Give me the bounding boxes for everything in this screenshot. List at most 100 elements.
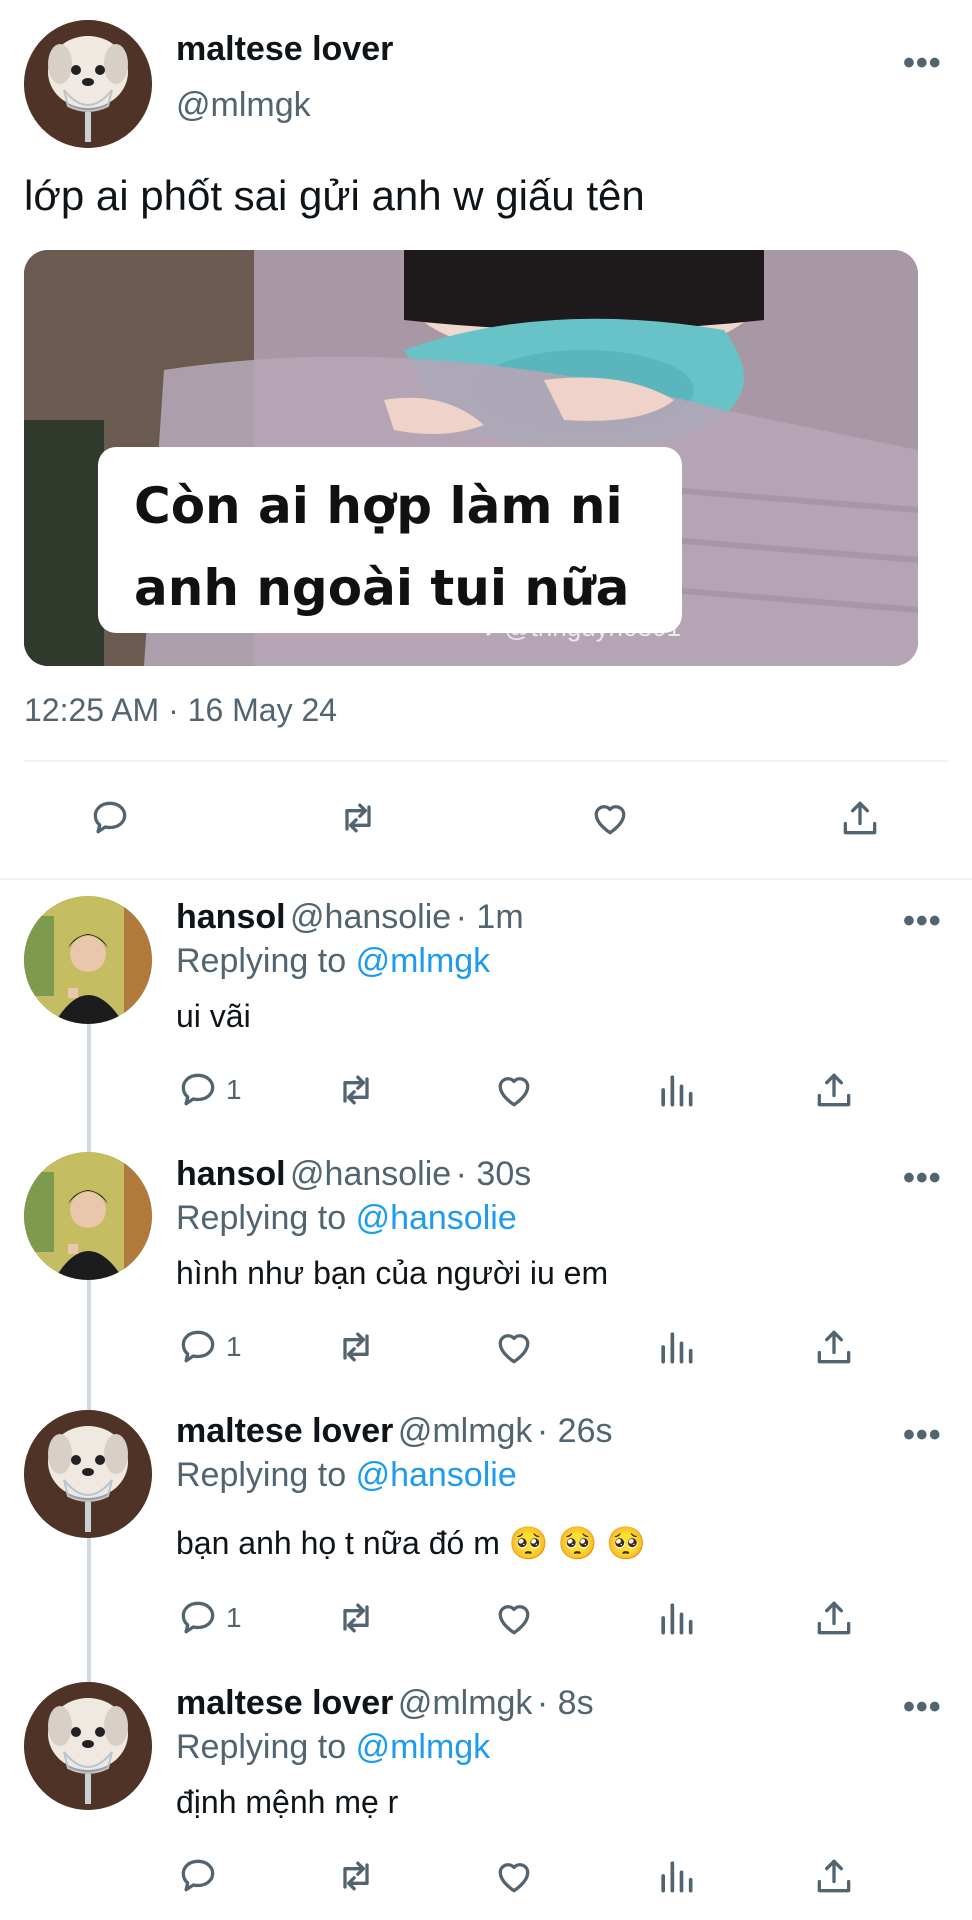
meme-watermark: ♪ @thnguyn0301 — [484, 612, 681, 642]
reply-4-reply-button[interactable] — [176, 1854, 220, 1898]
reply-icon — [176, 1596, 220, 1640]
reply-2-more-icon[interactable]: ••• — [903, 1159, 942, 1198]
main-share-button[interactable] — [838, 796, 882, 840]
reply-1-avatar[interactable] — [24, 896, 152, 1024]
reply-1-replying: Replying to @mlmgk — [176, 942, 490, 981]
reply-2-like-button[interactable] — [492, 1325, 536, 1369]
views-icon — [654, 1854, 698, 1898]
views-icon — [654, 1068, 698, 1112]
reply-1-handle[interactable]: @hansolie — [290, 898, 451, 936]
reply-2-replying-to[interactable]: @hansolie — [356, 1199, 517, 1237]
meme-caption-line1: Còn ai hợp làm ni — [134, 477, 623, 535]
reply-4-replying-prefix: Replying to — [176, 1728, 347, 1766]
reply-4-text: định mệnh mẹ r — [176, 1784, 399, 1820]
reply-2-views-button[interactable] — [654, 1325, 698, 1369]
reply-2-retweet-button[interactable] — [334, 1325, 378, 1369]
main-tweet-divider — [24, 760, 948, 762]
reply-icon — [176, 1854, 220, 1898]
reply-3-replying-prefix: Replying to — [176, 1456, 347, 1494]
reply-1-like-button[interactable] — [492, 1068, 536, 1112]
retweet-icon — [334, 1068, 378, 1112]
reply-icon — [88, 796, 132, 840]
reply-2-reply-count: 1 — [226, 1331, 242, 1362]
reply-3-reply-button[interactable]: 1 — [176, 1596, 242, 1640]
reply-4-share-button[interactable] — [812, 1854, 856, 1898]
reply-1-reply-button[interactable]: 1 — [176, 1068, 242, 1112]
main-like-button[interactable] — [588, 796, 632, 840]
main-tweet-handle[interactable]: @mlmgk — [176, 86, 311, 125]
reply-4-name[interactable]: maltese lover — [176, 1684, 393, 1722]
retweet-icon — [336, 796, 380, 840]
like-icon — [588, 796, 632, 840]
like-icon — [492, 1068, 536, 1112]
reply-2-share-button[interactable] — [812, 1325, 856, 1369]
reply-4-views-button[interactable] — [654, 1854, 698, 1898]
reply-3-avatar[interactable] — [24, 1410, 152, 1538]
reply-3-retweet-button[interactable] — [334, 1596, 378, 1640]
reply-4-avatar[interactable] — [24, 1682, 152, 1810]
reply-4-replying: Replying to @mlmgk — [176, 1728, 490, 1767]
share-icon — [812, 1325, 856, 1369]
reply-1-reply-count: 1 — [226, 1074, 242, 1105]
reply-4-handle[interactable]: @mlmgk — [398, 1684, 533, 1722]
reply-2-time[interactable]: · 30s — [456, 1155, 532, 1193]
share-icon — [838, 796, 882, 840]
retweet-icon — [334, 1325, 378, 1369]
reply-1-more-icon[interactable]: ••• — [903, 902, 942, 941]
meme-caption: Còn ai hợp làm ni anh ngoài tui nữa — [98, 447, 682, 633]
reply-3-like-button[interactable] — [492, 1596, 536, 1640]
reply-3-reply-count: 1 — [226, 1602, 242, 1633]
reply-3-text: bạn anh họ t nữa đó m 🥺 🥺 🥺 — [176, 1525, 647, 1561]
main-tweet-timestamp[interactable]: 12:25 AM · 16 May 24 — [24, 692, 337, 729]
reply-4-time[interactable]: · 8s — [537, 1684, 594, 1722]
main-tweet-name[interactable]: maltese lover — [176, 30, 393, 69]
share-icon — [812, 1854, 856, 1898]
reply-2-replying-prefix: Replying to — [176, 1199, 347, 1237]
reply-2-name[interactable]: hansol — [176, 1155, 286, 1193]
reply-2-avatar[interactable] — [24, 1152, 152, 1280]
main-tweet-text: lớp ai phốt sai gửi anh w giấu tên — [24, 172, 645, 219]
views-icon — [654, 1596, 698, 1640]
reply-2-reply-button[interactable]: 1 — [176, 1325, 242, 1369]
reply-2-handle[interactable]: @hansolie — [290, 1155, 451, 1193]
reply-1-views-button[interactable] — [654, 1068, 698, 1112]
views-icon — [654, 1325, 698, 1369]
reply-3-time[interactable]: · 26s — [537, 1412, 613, 1450]
retweet-icon — [334, 1596, 378, 1640]
reply-4-like-button[interactable] — [492, 1854, 536, 1898]
reply-1-retweet-button[interactable] — [334, 1068, 378, 1112]
reply-3-views-button[interactable] — [654, 1596, 698, 1640]
reply-1-share-button[interactable] — [812, 1068, 856, 1112]
reply-1-name[interactable]: hansol — [176, 898, 286, 936]
reply-3-more-icon[interactable]: ••• — [903, 1416, 942, 1455]
reply-1-replying-to[interactable]: @mlmgk — [356, 942, 491, 980]
share-icon — [812, 1068, 856, 1112]
reply-4-header: maltese lover @mlmgk · 8s — [176, 1684, 594, 1723]
reply-2-header: hansol @hansolie · 30s — [176, 1155, 531, 1194]
main-reply-button[interactable] — [88, 796, 132, 840]
main-tweet-avatar[interactable] — [24, 20, 152, 148]
reply-3-share-button[interactable] — [812, 1596, 856, 1640]
main-tweet-media[interactable]: Còn ai hợp làm ni anh ngoài tui nữa ♪ @t… — [24, 250, 918, 666]
retweet-icon — [334, 1854, 378, 1898]
reply-icon — [176, 1325, 220, 1369]
reply-4-retweet-button[interactable] — [334, 1854, 378, 1898]
reply-2-replying: Replying to @hansolie — [176, 1199, 517, 1238]
reply-3-replying: Replying to @hansolie — [176, 1456, 517, 1495]
main-retweet-button[interactable] — [336, 796, 380, 840]
reply-2-text: hình như bạn của người iu em — [176, 1255, 609, 1291]
like-icon — [492, 1596, 536, 1640]
reply-3-header: maltese lover @mlmgk · 26s — [176, 1412, 612, 1451]
reply-3-replying-to[interactable]: @hansolie — [356, 1456, 517, 1494]
reply-3-name[interactable]: maltese lover — [176, 1412, 393, 1450]
reply-1-time[interactable]: · 1m — [456, 898, 524, 936]
thread-line — [87, 1024, 91, 1684]
reply-1-header: hansol @hansolie · 1m — [176, 898, 524, 937]
reply-3-handle[interactable]: @mlmgk — [398, 1412, 533, 1450]
share-icon — [812, 1596, 856, 1640]
main-tweet-more-icon[interactable]: ••• — [903, 44, 942, 83]
reply-4-more-icon[interactable]: ••• — [903, 1688, 942, 1727]
reply-4-replying-to[interactable]: @mlmgk — [356, 1728, 491, 1766]
actions-divider — [0, 878, 972, 880]
like-icon — [492, 1854, 536, 1898]
